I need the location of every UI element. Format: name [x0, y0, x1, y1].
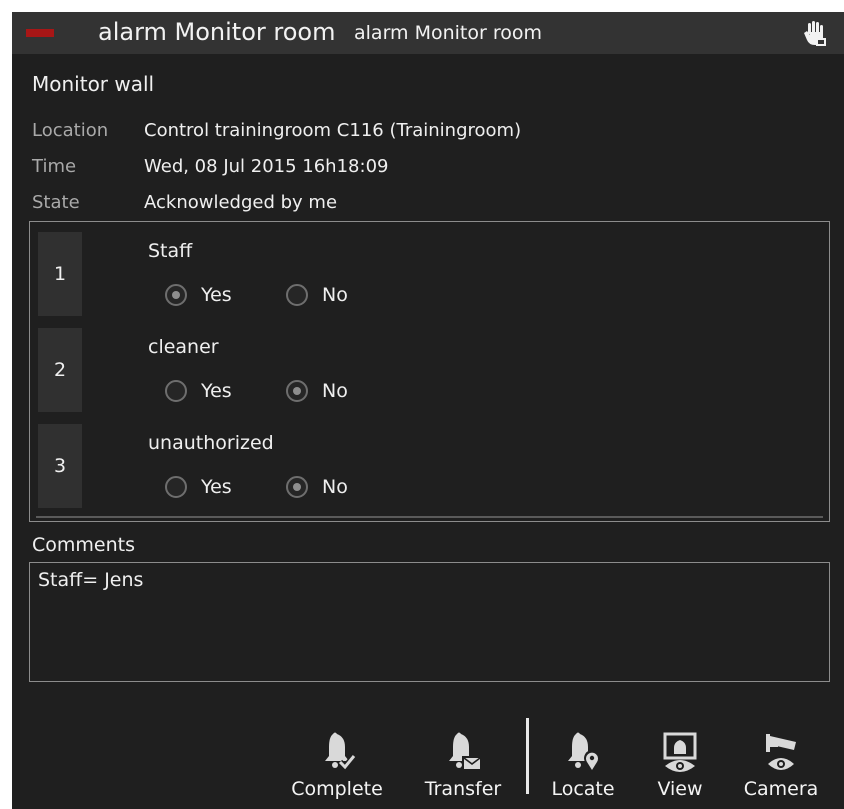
- radio-button[interactable]: [286, 476, 308, 498]
- radio-button[interactable]: [165, 380, 187, 402]
- radio-yes[interactable]: Yes: [165, 284, 232, 306]
- question-number: 2: [38, 328, 82, 412]
- question-label: cleaner: [148, 336, 219, 358]
- monitor-eye-icon: [663, 732, 697, 772]
- question-number: 3: [38, 424, 82, 508]
- state-label: State: [32, 192, 80, 213]
- question-label: Staff: [148, 240, 193, 262]
- radio-no[interactable]: No: [286, 284, 348, 306]
- camera-button[interactable]: Camera: [740, 720, 822, 800]
- question-label: unauthorized: [148, 432, 274, 454]
- state-value: Acknowledged by me: [144, 192, 338, 213]
- radio-selected-dot: [293, 387, 301, 395]
- radio-button[interactable]: [165, 284, 187, 306]
- bell-mail-icon: [449, 732, 482, 770]
- radio-no[interactable]: No: [286, 476, 348, 498]
- hand-stop-icon[interactable]: [800, 20, 828, 48]
- radio-label: No: [322, 380, 348, 402]
- alarm-window: alarm Monitor room alarm Monitor room Mo…: [12, 12, 844, 809]
- question-row: 1 Staff Yes No: [30, 232, 829, 322]
- radio-label: No: [322, 476, 348, 498]
- time-value: Wed, 08 Jul 2015 16h18:09: [144, 156, 389, 177]
- radio-label: Yes: [201, 284, 232, 306]
- comments-label: Comments: [32, 534, 135, 556]
- section-title: Monitor wall: [32, 72, 155, 96]
- window-subtitle: alarm Monitor room: [354, 22, 543, 44]
- radio-yes[interactable]: Yes: [165, 476, 232, 498]
- complete-label: Complete: [291, 778, 383, 800]
- bell-check-icon: [325, 732, 357, 772]
- question-row: 3 unauthorized Yes No: [30, 424, 829, 514]
- transfer-button[interactable]: Transfer: [418, 720, 508, 800]
- location-value: Control trainingroom C116 (Trainingroom): [144, 120, 522, 141]
- radio-button[interactable]: [286, 284, 308, 306]
- radio-selected-dot: [293, 483, 301, 491]
- bell-location-icon: [568, 732, 600, 772]
- question-list: 1 Staff Yes No 2 cleaner Yes No 3 unauth…: [29, 221, 830, 522]
- view-label: View: [657, 778, 703, 800]
- radio-button[interactable]: [286, 380, 308, 402]
- location-label: Location: [32, 120, 109, 141]
- radio-label: Yes: [201, 380, 232, 402]
- camera-label: Camera: [743, 778, 819, 800]
- alarm-priority-marker: [26, 29, 54, 37]
- locate-button[interactable]: Locate: [546, 720, 620, 800]
- question-row: 2 cleaner Yes No: [30, 328, 829, 418]
- radio-button[interactable]: [165, 476, 187, 498]
- security-camera-icon: [766, 734, 796, 770]
- comments-textarea[interactable]: Staff= Jens: [29, 562, 830, 682]
- window-title: alarm Monitor room: [98, 18, 336, 46]
- horizontal-scrollbar[interactable]: [36, 516, 823, 518]
- radio-selected-dot: [172, 291, 180, 299]
- locate-label: Locate: [551, 778, 615, 800]
- transfer-label: Transfer: [424, 778, 502, 800]
- radio-yes[interactable]: Yes: [165, 380, 232, 402]
- view-button[interactable]: View: [648, 720, 712, 800]
- radio-label: No: [322, 284, 348, 306]
- title-bar: alarm Monitor room alarm Monitor room: [12, 12, 844, 54]
- radio-label: Yes: [201, 476, 232, 498]
- toolbar-separator: [526, 718, 529, 794]
- radio-no[interactable]: No: [286, 380, 348, 402]
- complete-button[interactable]: Complete: [288, 720, 386, 800]
- question-number: 1: [38, 232, 82, 316]
- time-label: Time: [32, 156, 77, 177]
